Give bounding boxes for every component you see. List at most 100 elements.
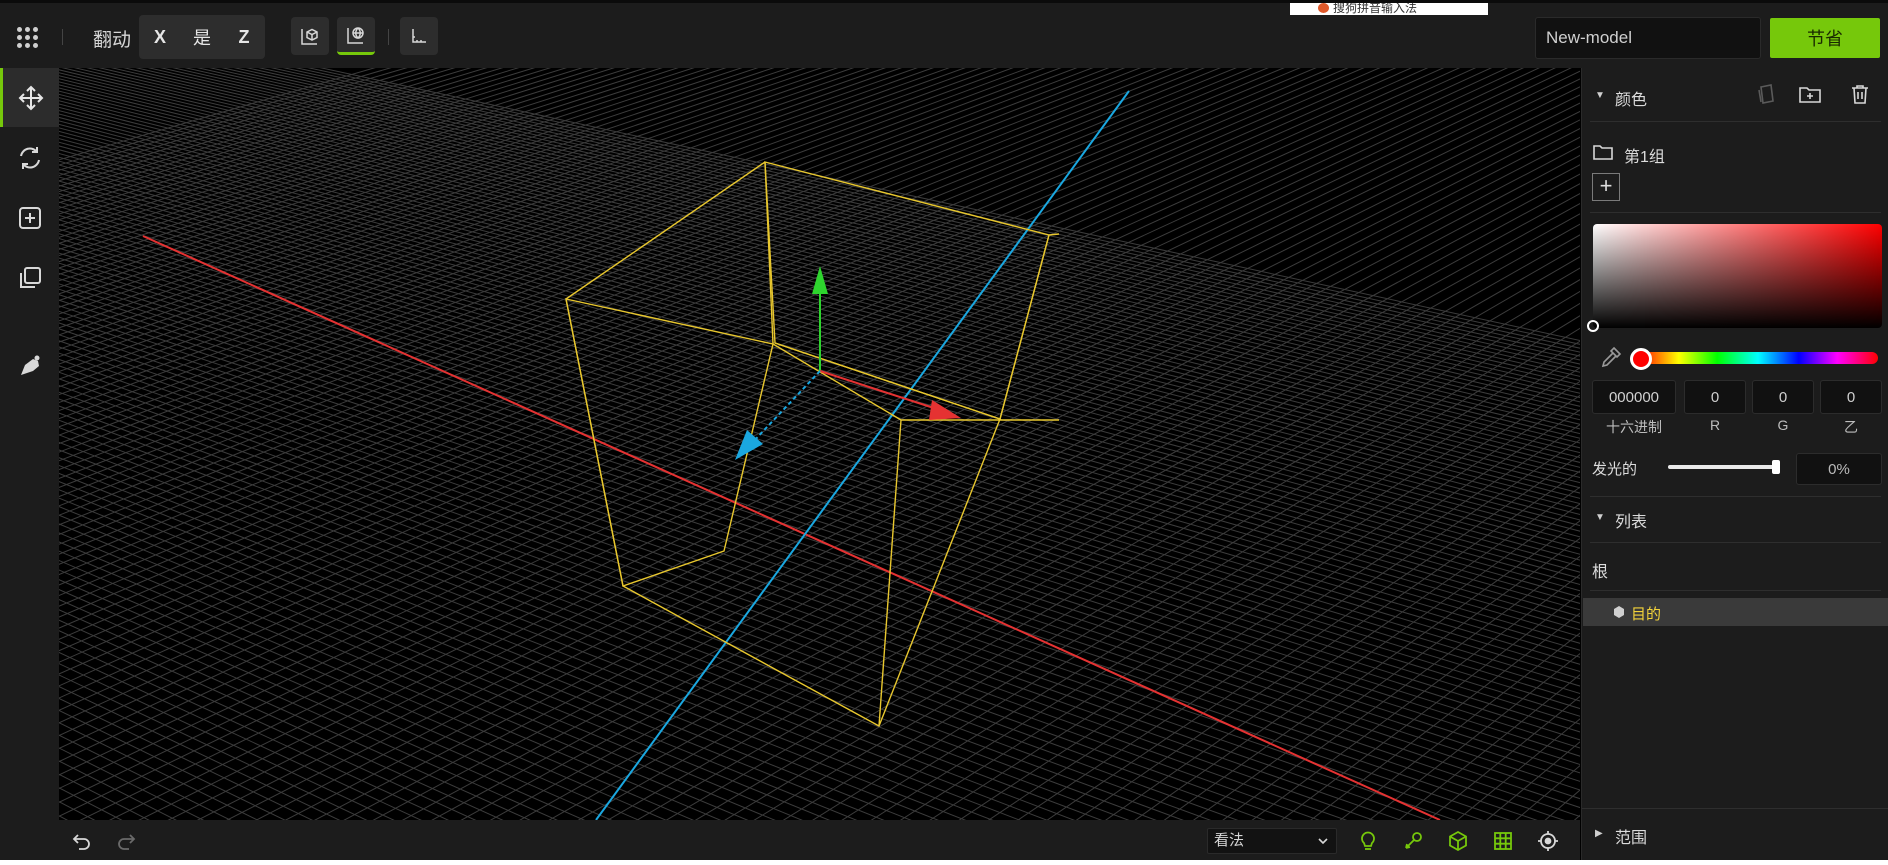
view-mode-value: 看法 [1214,832,1245,849]
z-axis-line [595,90,1130,820]
hex-input[interactable] [1592,380,1676,414]
local-cube-icon [301,28,318,45]
undo-icon [72,834,90,850]
grid-line [1456,718,1580,820]
ime-logo-icon [1318,3,1329,13]
list-section-title: 列表 [1615,514,1648,531]
grid-line [1573,814,1580,820]
range-section-title: 范围 [1615,830,1648,847]
transform-mode-label: 翻动 [93,30,132,51]
section-divider [1582,808,1888,809]
viewport-bottom-bar: 看法 [59,820,1580,860]
color-picker-cursor[interactable] [1587,320,1599,332]
ime-status-bar: 搜狗拼音输入法 [1290,3,1488,15]
view-mode-select[interactable]: 看法 [1207,828,1337,854]
grid-line [519,223,1580,820]
section-divider [1590,496,1881,497]
grid-icon [1494,832,1512,850]
r-input[interactable] [1684,380,1746,414]
app-window: 翻动 X 是 Z 搜狗拼音输入法 节省 [0,0,1888,860]
redo-button[interactable] [113,828,139,854]
left-toolbar [0,68,59,860]
object-cube-icon [1614,606,1624,618]
hex-label: 十六进制 [1606,419,1662,435]
floor-grid [59,68,1580,820]
apps-grid-icon[interactable] [15,25,41,51]
trash-icon [1852,85,1868,104]
rotate-tool-button[interactable] [0,128,59,187]
world-globe-icon [347,26,364,44]
undo-button[interactable] [69,828,95,854]
emissive-value-input[interactable] [1796,453,1882,485]
g-label: G [1777,417,1789,433]
move-icon [18,85,44,110]
move-tool-button[interactable] [0,68,59,127]
axes-helper-button[interactable] [400,17,438,55]
model-name-input[interactable] [1535,17,1761,59]
delete-button[interactable] [1847,81,1873,107]
axis-toggle-group: X 是 Z [139,15,265,59]
axis-x-button[interactable]: X [139,15,181,59]
folder-add-icon [1799,87,1821,103]
saturation-value-picker[interactable] [1593,224,1882,328]
grid-line [1046,454,1580,820]
b-input[interactable] [1820,380,1882,414]
axis-y-button[interactable]: 是 [181,15,223,59]
scene-canvas[interactable] [59,68,1580,820]
toolbar-divider [388,29,389,45]
cards-icon [1758,84,1774,104]
local-space-button[interactable] [291,17,329,55]
lighting-toggle[interactable] [1355,828,1381,854]
collapse-triangle-icon: ▼ [1595,512,1605,523]
duplicate-button[interactable] [0,248,59,307]
redo-icon [118,834,136,850]
grid-line [1163,520,1580,820]
mesh-toggle[interactable] [1445,828,1471,854]
emissive-label: 发光的 [1592,461,1638,478]
paste-material-button[interactable] [1753,81,1779,107]
collapse-triangle-icon: ▼ [1595,90,1605,101]
hue-slider[interactable] [1638,352,1878,364]
eyedropper-button[interactable] [1598,344,1624,370]
grid-toggle[interactable] [1490,828,1516,854]
save-button[interactable]: 节省 [1770,18,1880,58]
scene-root-item[interactable]: 根 [1592,558,1608,582]
focus-target-button[interactable] [1535,828,1561,854]
axis-z-button[interactable]: Z [223,15,265,59]
add-object-icon [18,206,41,229]
properties-panel: ▼ 颜色 第1组 + 十六进制 R G 乙 [1581,68,1888,860]
section-divider [1590,590,1881,591]
expand-triangle-icon: ▶ [1595,828,1603,839]
brush-toggle[interactable] [1400,828,1426,854]
target-icon [1538,831,1558,851]
range-section-header[interactable]: ▶ 范围 [1582,820,1888,848]
world-space-button[interactable] [337,17,375,55]
cube-icon [1449,830,1467,852]
g-input[interactable] [1752,380,1814,414]
b-label: 乙 [1844,419,1858,435]
grid-line [314,154,1580,820]
light-icon [1361,831,1375,850]
list-section-header[interactable]: ▼ 列表 [1582,504,1888,532]
section-divider [1590,121,1881,122]
3d-viewport[interactable] [59,68,1580,820]
screen-bottom-edge [0,860,1888,865]
add-object-button[interactable] [0,188,59,247]
add-swatch-button[interactable]: + [1592,173,1620,201]
scene-tree-item-selected[interactable]: 目的 [1583,598,1888,626]
hue-slider-handle[interactable] [1630,348,1652,370]
chevron-down-icon [1318,838,1328,845]
paint-icon [20,355,39,375]
grid-line [431,193,1580,820]
new-folder-button[interactable] [1797,81,1823,107]
emissive-slider[interactable] [1668,465,1776,469]
color-section-title: 颜色 [1615,92,1648,109]
section-divider [1590,212,1881,213]
paint-tool-button[interactable] [0,336,59,395]
r-label: R [1709,417,1721,433]
emissive-slider-handle[interactable] [1772,460,1780,474]
color-group-row[interactable]: 第1组 [1592,140,1882,166]
ime-label: 搜狗拼音输入法 [1333,3,1418,15]
top-toolbar: 翻动 X 是 Z 搜狗拼音输入法 节省 [0,0,1888,68]
color-section-header[interactable]: ▼ 颜色 [1582,82,1888,110]
